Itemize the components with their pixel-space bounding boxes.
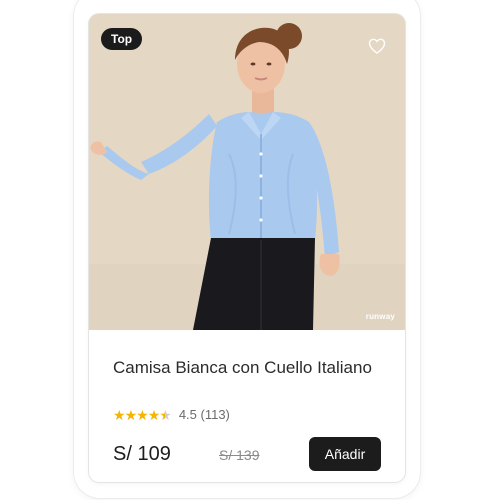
original-price: S/ 139 (219, 447, 260, 463)
product-card[interactable]: Top runway Camisa Bianca con Cuello Ital… (89, 14, 405, 482)
current-price: S/ 109 (113, 443, 171, 465)
product-title[interactable]: Camisa Bianca con Cuello Italiano (113, 358, 372, 378)
rating-row: ★ ★ ★ ★ ★ 4.5 (113) (113, 407, 230, 423)
product-photo (89, 14, 405, 330)
rating-count: 4.5 (113) (178, 407, 230, 422)
image-watermark: runway (365, 312, 395, 321)
star-icon: ★ (113, 407, 126, 423)
star-icon: ★ (136, 407, 149, 423)
add-to-cart-button[interactable]: Añadir (309, 437, 381, 471)
star-icon: ★ (147, 407, 161, 423)
product-info: Camisa Bianca con Cuello Italiano ★ ★ ★ … (89, 330, 405, 482)
star-rating: ★ ★ ★ ★ ★ (113, 407, 172, 423)
star-icon: ★ (124, 407, 138, 423)
heart-outline-icon[interactable] (367, 36, 387, 56)
top-badge: Top (101, 28, 143, 50)
product-image[interactable]: Top runway (89, 14, 405, 330)
star-half-icon: ★ (159, 407, 172, 423)
